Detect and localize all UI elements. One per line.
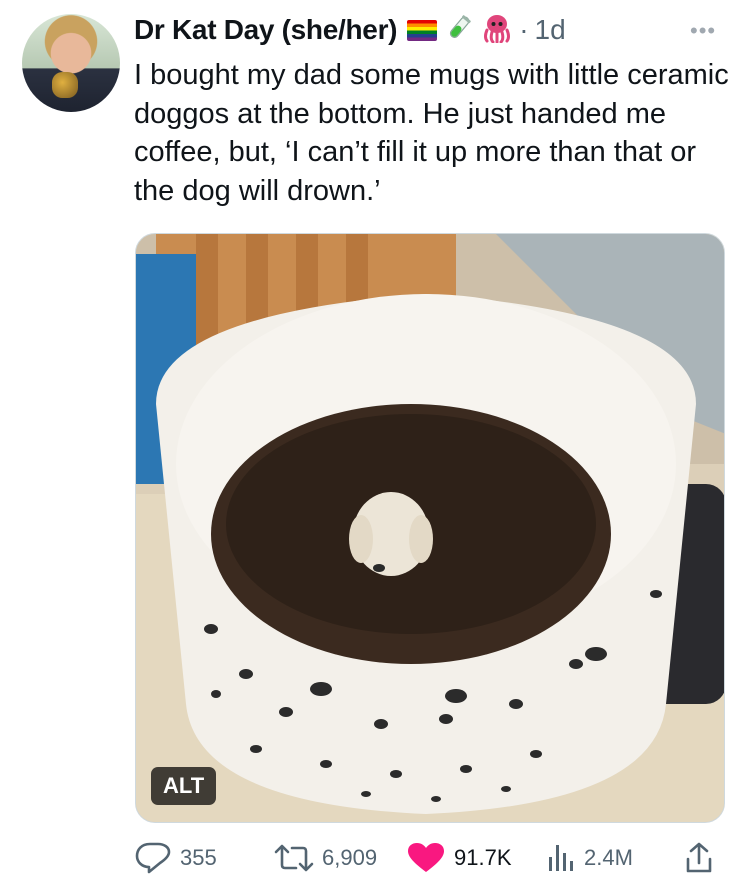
retweet-icon bbox=[274, 844, 314, 872]
rainbow-flag-icon bbox=[407, 19, 438, 41]
views-button[interactable]: 2.4M bbox=[546, 838, 633, 878]
tweet-actions: 355 6,909 91.7K 2.4M bbox=[134, 838, 724, 878]
share-icon bbox=[686, 842, 712, 873]
octopus-icon bbox=[481, 13, 513, 47]
reply-icon bbox=[135, 842, 171, 874]
like-button[interactable]: 91.7K bbox=[406, 838, 512, 878]
heart-icon bbox=[408, 843, 444, 872]
tweet-timestamp[interactable]: 1d bbox=[535, 14, 566, 46]
alt-text-badge[interactable]: ALT bbox=[151, 767, 217, 805]
test-tube-icon bbox=[445, 14, 473, 46]
views-chart-icon bbox=[549, 845, 573, 871]
avatar-pet-image bbox=[52, 72, 78, 98]
retweet-count: 6,909 bbox=[322, 845, 378, 870]
share-button[interactable] bbox=[684, 838, 722, 878]
mug-photo-illustration bbox=[136, 234, 724, 822]
more-dots-icon[interactable]: ••• bbox=[690, 18, 716, 44]
tweet-header: Dr Kat Day (she/her) · 1d bbox=[134, 10, 566, 50]
author-avatar[interactable] bbox=[22, 14, 120, 112]
views-count: 2.4M bbox=[584, 845, 633, 870]
tweet-text: I bought my dad some mugs with little ce… bbox=[134, 59, 729, 207]
reply-button[interactable]: 355 bbox=[134, 838, 217, 878]
tweet-photo[interactable]: ALT bbox=[135, 233, 725, 823]
retweet-button[interactable]: 6,909 bbox=[274, 838, 377, 878]
reply-count: 355 bbox=[180, 845, 217, 870]
separator-dot: · bbox=[519, 14, 529, 45]
like-count: 91.7K bbox=[454, 845, 512, 870]
author-display-name[interactable]: Dr Kat Day (she/her) bbox=[134, 14, 397, 46]
